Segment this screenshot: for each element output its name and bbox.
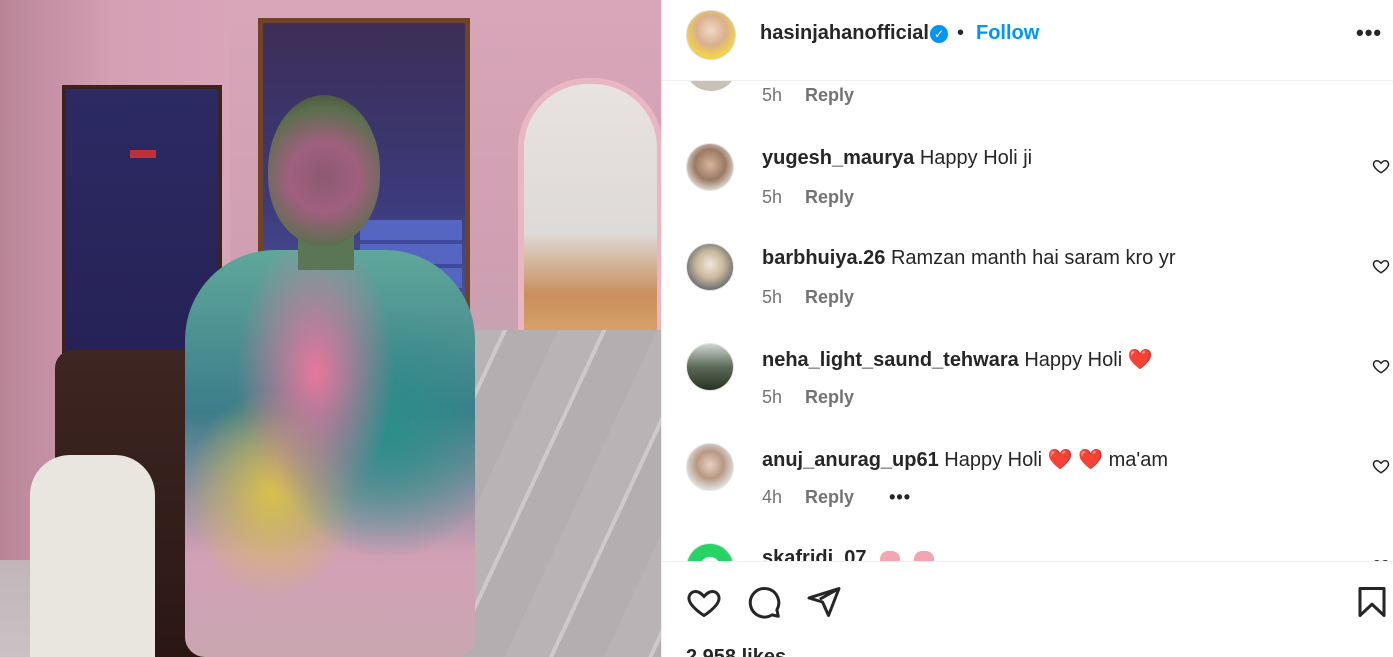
heart-emoji: ❤️ — [1127, 349, 1153, 371]
post-username[interactable]: hasinjahanofficial — [760, 22, 929, 45]
comment-meta: 5h Reply — [762, 287, 854, 308]
post-header: hasinjahanofficial ✓ • Follow ••• — [662, 0, 1393, 81]
small-heart-icon[interactable] — [1372, 457, 1390, 475]
small-heart-icon[interactable] — [1372, 357, 1390, 375]
comment-panel: hasinjahanofficial ✓ • Follow ••• 5h Rep… — [661, 0, 1393, 657]
comment-username[interactable]: skafridi_07 — [762, 547, 867, 561]
verified-badge-icon: ✓ — [930, 25, 948, 43]
comment-text: yugesh_maurya Happy Holi ji — [762, 147, 1032, 170]
avatar[interactable] — [686, 143, 734, 191]
comment-body-suffix: ma'am — [1108, 449, 1168, 471]
list-item: barbhuiya.26 Ramzan manth hai saram kro … — [662, 243, 1393, 343]
list-item: neha_light_saund_tehwara Happy Holi ❤️ 5… — [662, 343, 1393, 443]
reply-button[interactable]: Reply — [805, 487, 854, 508]
avatar[interactable] — [687, 81, 735, 91]
comment-time: 5h — [762, 85, 783, 105]
comment-username[interactable]: barbhuiya.26 — [762, 247, 885, 269]
reply-button[interactable]: Reply — [805, 287, 854, 308]
comment-body: Ramzan manth hai saram kro yr — [890, 247, 1176, 269]
comment-meta: 5h Reply — [762, 387, 854, 408]
small-heart-icon[interactable] — [1372, 157, 1390, 175]
avatar[interactable] — [686, 543, 734, 561]
comment-body: Happy Holi — [1024, 349, 1123, 371]
photo-person-head — [268, 95, 380, 245]
comment-body: Happy Holi — [944, 449, 1043, 471]
avatar[interactable] — [686, 343, 734, 391]
comment-username[interactable]: neha_light_saund_tehwara — [762, 349, 1019, 371]
comment-username[interactable]: anuj_anurag_up61 — [762, 449, 939, 471]
list-item: yugesh_maurya Happy Holi ji 5h Reply — [662, 143, 1393, 243]
heart-emoji: ❤️ ❤️ — [1047, 449, 1104, 471]
more-options-icon[interactable]: ••• — [1356, 20, 1382, 46]
comment-text: neha_light_saund_tehwara Happy Holi ❤️ — [762, 347, 1153, 372]
list-item: anuj_anurag_up61 Happy Holi ❤️ ❤️ ma'am … — [662, 443, 1393, 543]
comment-time: 4h — [762, 487, 783, 507]
avatar[interactable] — [686, 443, 734, 491]
pig-emoji — [880, 550, 901, 561]
list-item: skafridi_07 — [662, 543, 1393, 561]
comment-text: barbhuiya.26 Ramzan manth hai saram kro … — [762, 247, 1176, 270]
post-image[interactable] — [0, 0, 661, 657]
pig-emoji — [913, 550, 934, 561]
bookmark-icon[interactable] — [1354, 584, 1390, 620]
comment-body: Happy Holi ji — [919, 147, 1033, 169]
comment-meta: 4h Reply ••• — [762, 487, 911, 508]
comment-meta: 5h Reply — [762, 85, 854, 106]
comment-time: 5h — [762, 187, 783, 207]
photo-person-body — [185, 250, 475, 657]
reply-button[interactable]: Reply — [805, 387, 854, 408]
comment-icon[interactable] — [746, 584, 782, 620]
avatar[interactable] — [686, 10, 736, 60]
follow-button[interactable]: Follow — [976, 22, 1039, 45]
comment-more-icon[interactable]: ••• — [889, 487, 911, 508]
comment-username[interactable]: yugesh_maurya — [762, 147, 914, 169]
list-item: 5h Reply — [662, 81, 1393, 121]
photo-door-sign — [130, 150, 156, 158]
reply-button[interactable]: Reply — [805, 187, 854, 208]
comment-meta: 5h Reply — [762, 187, 854, 208]
photo-cloth — [30, 455, 155, 657]
likes-count[interactable]: 2,958 likes — [686, 646, 786, 657]
separator-dot: • — [957, 22, 965, 44]
photo-archway — [518, 78, 661, 338]
send-icon[interactable] — [806, 584, 842, 620]
small-heart-icon[interactable] — [1372, 257, 1390, 275]
comment-text: anuj_anurag_up61 Happy Holi ❤️ ❤️ ma'am — [762, 447, 1168, 472]
reply-button[interactable]: Reply — [805, 85, 854, 106]
comment-time: 5h — [762, 387, 783, 407]
avatar[interactable] — [686, 243, 734, 291]
comment-time: 5h — [762, 287, 783, 307]
heart-icon[interactable] — [686, 584, 722, 620]
comments-list[interactable]: 5h Reply yugesh_maurya Happy Holi ji 5h … — [662, 81, 1393, 561]
comment-text: skafridi_07 — [762, 547, 934, 561]
action-bar: 2,958 likes — [662, 561, 1393, 657]
